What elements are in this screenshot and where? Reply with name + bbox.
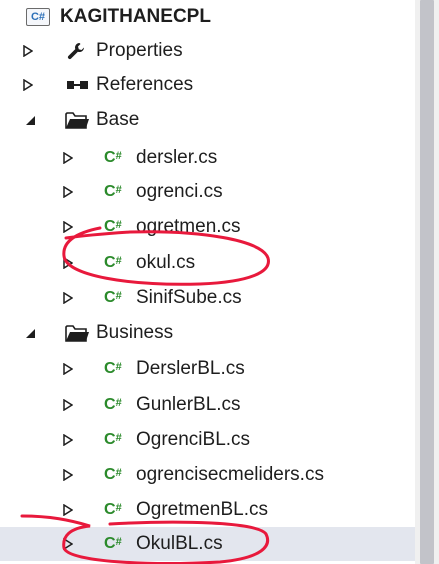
tree-item-label: References xyxy=(96,74,194,95)
vertical-scrollbar[interactable] xyxy=(415,0,439,564)
tree-item-label: okul.cs xyxy=(136,252,196,273)
expand-arrow-icon[interactable] xyxy=(60,219,76,235)
csharp-file-icon: C # xyxy=(104,431,122,448)
tree-item-label: Business xyxy=(96,322,174,343)
tree-item-references[interactable]: References xyxy=(0,68,415,102)
tree-item-project[interactable]: C# KAGITHANECPL xyxy=(0,0,415,34)
tree-item-file[interactable]: C # SinifSube.cs xyxy=(0,281,415,315)
solution-explorer-tree: C# KAGITHANECPL Properties References Ba… xyxy=(0,0,415,564)
tree-item-label: dersler.cs xyxy=(136,147,218,168)
csharp-file-icon: C # xyxy=(104,254,122,271)
csharp-file-icon: C # xyxy=(104,360,122,377)
tree-item-label: OgrenciBL.cs xyxy=(136,429,251,450)
tree-item-file[interactable]: C # okul.cs xyxy=(0,246,415,280)
tree-item-label: SinifSube.cs xyxy=(136,287,242,308)
expand-arrow-icon[interactable] xyxy=(60,290,76,306)
project-name: KAGITHANECPL xyxy=(60,6,211,27)
tree-item-label: Properties xyxy=(96,40,183,61)
tree-item-file[interactable]: C # OgrenciBL.cs xyxy=(0,423,415,457)
scrollbar-thumb[interactable] xyxy=(420,0,434,564)
expand-arrow-icon[interactable] xyxy=(20,43,36,59)
csharp-file-icon: C # xyxy=(104,218,122,235)
wrench-icon xyxy=(66,40,86,62)
csharp-file-icon: C # xyxy=(104,396,122,413)
csharp-file-icon: C # xyxy=(104,289,122,306)
collapse-arrow-icon[interactable] xyxy=(22,112,38,128)
references-icon xyxy=(66,74,92,96)
expand-arrow-icon[interactable] xyxy=(60,502,76,518)
tree-item-file[interactable]: C # ogretmen.cs xyxy=(0,210,415,244)
tree-item-file-selected[interactable]: C # OkulBL.cs xyxy=(0,527,415,561)
tree-item-file[interactable]: C # GunlerBL.cs xyxy=(0,388,415,422)
tree-item-properties[interactable]: Properties xyxy=(0,34,415,68)
tree-item-label: GunlerBL.cs xyxy=(136,394,241,415)
expand-arrow-icon[interactable] xyxy=(60,432,76,448)
tree-item-label: OgretmenBL.cs xyxy=(136,499,268,520)
csharp-file-icon: C # xyxy=(104,501,122,518)
tree-item-label: DerslerBL.cs xyxy=(136,358,245,379)
expand-arrow-icon[interactable] xyxy=(60,255,76,271)
tree-item-label: Base xyxy=(96,109,140,130)
expand-arrow-icon[interactable] xyxy=(60,536,76,552)
tree-item-file[interactable]: C # dersler.cs xyxy=(0,141,415,175)
expand-arrow-icon[interactable] xyxy=(20,77,36,93)
expand-arrow-icon[interactable] xyxy=(60,467,76,483)
tree-item-folder-business[interactable]: Business xyxy=(0,316,415,350)
csharp-file-icon: C # xyxy=(104,466,122,483)
expand-arrow-icon[interactable] xyxy=(60,397,76,413)
tree-item-file[interactable]: C # ogrencisecmeliders.cs xyxy=(0,458,415,492)
csharp-file-icon: C # xyxy=(104,183,122,200)
tree-item-label: ogrenci.cs xyxy=(136,181,223,202)
tree-item-file[interactable]: C # DerslerBL.cs xyxy=(0,352,415,386)
tree-item-label: ogrencisecmeliders.cs xyxy=(136,464,324,485)
folder-open-icon xyxy=(64,109,90,131)
expand-arrow-icon[interactable] xyxy=(60,150,76,166)
tree-item-file[interactable]: C # OgretmenBL.cs xyxy=(0,493,415,527)
folder-open-icon xyxy=(64,322,90,344)
tree-item-label: OkulBL.cs xyxy=(136,533,223,554)
csharp-file-icon: C # xyxy=(104,149,122,166)
csharp-file-icon: C # xyxy=(104,535,122,552)
tree-item-folder-base[interactable]: Base xyxy=(0,103,415,137)
collapse-arrow-icon[interactable] xyxy=(22,325,38,341)
csharp-project-icon: C# xyxy=(26,6,50,28)
expand-arrow-icon[interactable] xyxy=(60,184,76,200)
tree-item-file[interactable]: C # ogrenci.cs xyxy=(0,175,415,209)
expand-arrow-icon[interactable] xyxy=(60,361,76,377)
tree-item-label: ogretmen.cs xyxy=(136,216,241,237)
